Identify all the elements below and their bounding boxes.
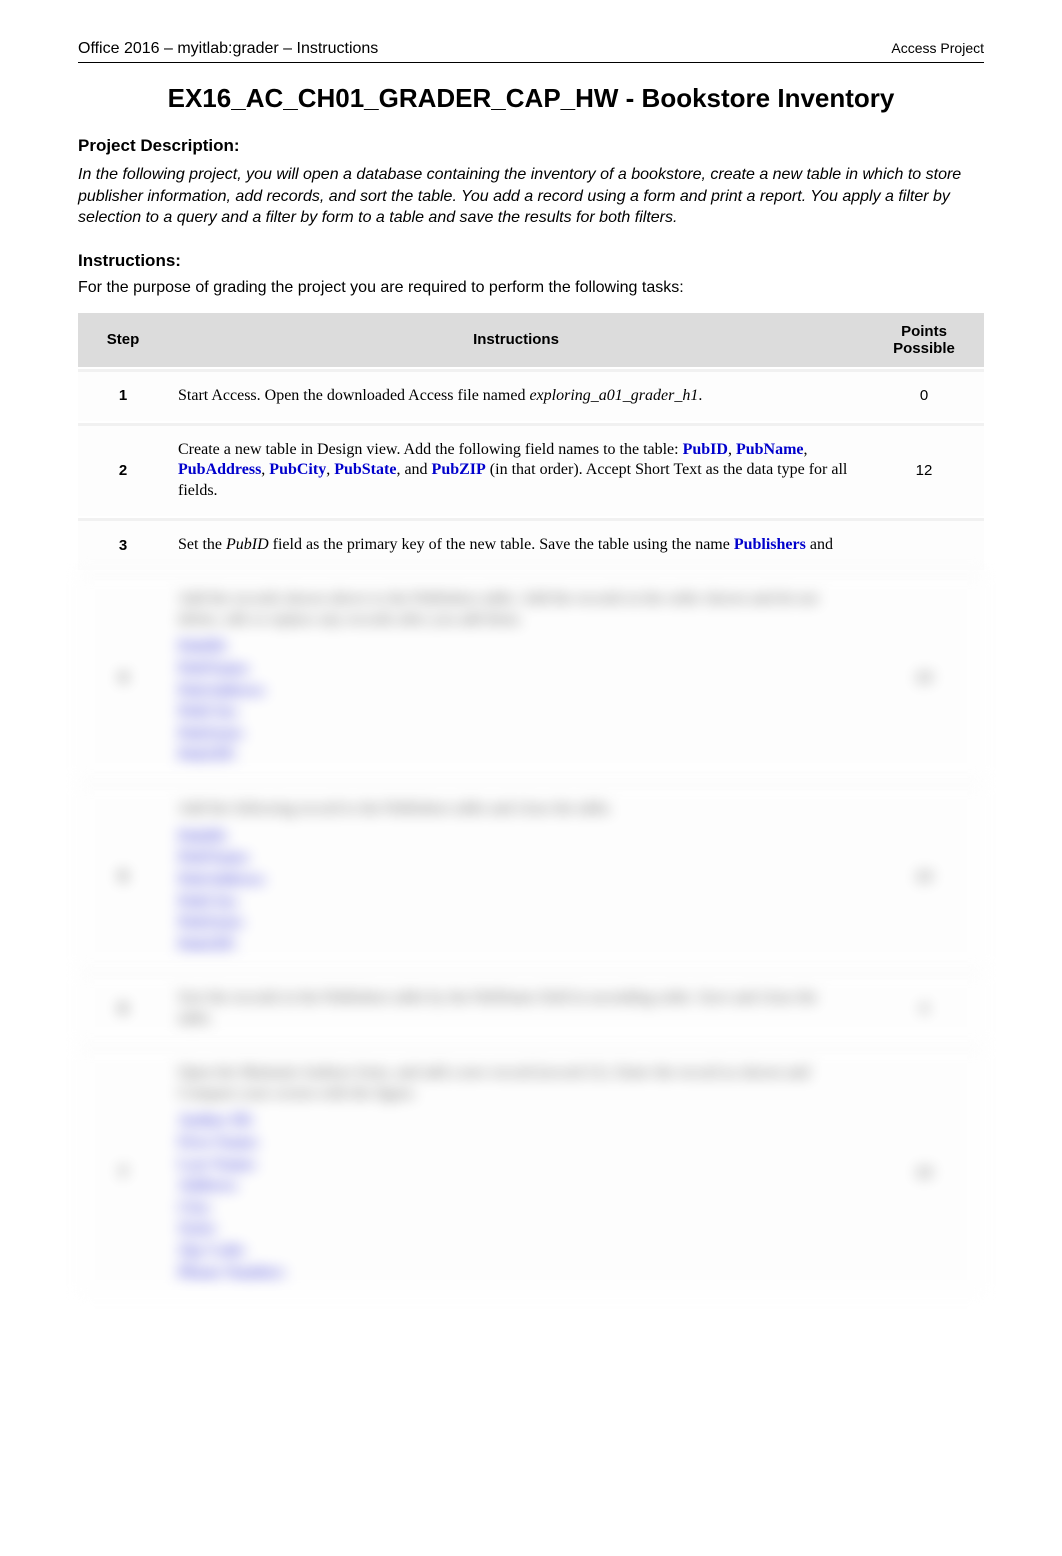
- header-left: Office 2016 – myitlab:grader – Instructi…: [78, 40, 378, 58]
- page-title: EX16_AC_CH01_GRADER_CAP_HW - Bookstore I…: [78, 83, 984, 114]
- table-row: 6Sort the records in the Publishers tabl…: [78, 971, 984, 1044]
- step-points: 12: [864, 423, 984, 516]
- table-row: 3Set the PubID field as the primary key …: [78, 518, 984, 570]
- step-points: 4: [864, 971, 984, 1044]
- step-instructions: Sort the records in the Publishers table…: [168, 971, 864, 1044]
- record-block: PubID: PubName: PubAddress: PubCity: Pub…: [178, 636, 854, 766]
- col-step: Step: [78, 313, 168, 367]
- step-number: 3: [78, 518, 168, 570]
- step-instructions: Create a new table in Design view. Add t…: [168, 423, 864, 516]
- step-points: [864, 518, 984, 570]
- col-instructions: Instructions: [168, 313, 864, 367]
- table-row: 1Start Access. Open the downloaded Acces…: [78, 369, 984, 421]
- step-points: 10: [864, 572, 984, 780]
- instructions-intro: For the purpose of grading the project y…: [78, 279, 984, 297]
- step-number: 4: [78, 572, 168, 780]
- table-row: 4Add the records shown above to the Publ…: [78, 572, 984, 780]
- header-right: Access Project: [891, 40, 984, 56]
- step-points: 10: [864, 1046, 984, 1297]
- col-points: Points Possible: [864, 313, 984, 367]
- step-instructions: Add the records shown above to the Publi…: [168, 572, 864, 780]
- step-number: 6: [78, 971, 168, 1044]
- step-points: 10: [864, 782, 984, 969]
- step-instructions: Set the PubID field as the primary key o…: [168, 518, 864, 570]
- step-number: 7: [78, 1046, 168, 1297]
- table-header-row: Step Instructions Points Possible: [78, 313, 984, 367]
- step-points: 0: [864, 369, 984, 421]
- record-block: Author ID: First Name: Last Name: Addres…: [178, 1110, 854, 1283]
- step-number: 1: [78, 369, 168, 421]
- step-number: 2: [78, 423, 168, 516]
- step-number: 5: [78, 782, 168, 969]
- instructions-table: Step Instructions Points Possible 1Start…: [78, 311, 984, 1299]
- instructions-heading: Instructions:: [78, 251, 984, 271]
- project-description-heading: Project Description:: [78, 136, 984, 156]
- step-instructions: Start Access. Open the downloaded Access…: [168, 369, 864, 421]
- step-instructions: Add the following record to the Publishe…: [168, 782, 864, 969]
- step-instructions: Open the Maintain Authors form, and add …: [168, 1046, 864, 1297]
- record-block: PubID: PubName: PubAddress: PubCity: Pub…: [178, 826, 854, 956]
- project-description-text: In the following project, you will open …: [78, 164, 984, 229]
- table-row: 2Create a new table in Design view. Add …: [78, 423, 984, 516]
- page-header: Office 2016 – myitlab:grader – Instructi…: [78, 40, 984, 63]
- table-row: 7Open the Maintain Authors form, and add…: [78, 1046, 984, 1297]
- table-row: 5Add the following record to the Publish…: [78, 782, 984, 969]
